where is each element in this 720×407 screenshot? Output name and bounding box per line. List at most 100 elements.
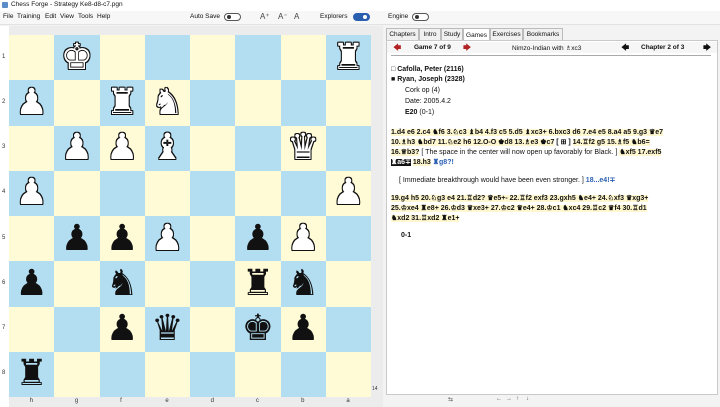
square-f6[interactable]: ♞ [99, 261, 145, 307]
piece-g1[interactable]: ♚ [61, 39, 93, 76]
piece-c5[interactable]: ♟ [242, 220, 274, 257]
square-g6[interactable] [54, 261, 100, 307]
square-g4[interactable] [54, 170, 100, 216]
square-b3[interactable]: ♛ [280, 125, 326, 171]
engine-toggle[interactable] [412, 13, 429, 21]
square-a4[interactable]: ♟ [325, 170, 371, 216]
tab-exercises[interactable]: Exercises [490, 28, 523, 40]
piece-a1[interactable]: ♜ [332, 39, 364, 76]
square-c1[interactable] [235, 35, 281, 81]
square-e4[interactable] [144, 170, 190, 216]
square-e7[interactable]: ♛ [144, 306, 190, 352]
square-b1[interactable] [280, 35, 326, 81]
square-h1[interactable] [9, 35, 55, 81]
piece-f3[interactable]: ♟ [106, 130, 138, 166]
square-c8[interactable] [235, 351, 281, 397]
piece-h4[interactable]: ♟ [15, 175, 47, 211]
tab-study[interactable]: Study [441, 28, 463, 40]
arrow-up-icon[interactable]: ↑ [516, 396, 519, 402]
square-a6[interactable] [325, 261, 371, 307]
piece-f7[interactable]: ♟ [106, 311, 138, 347]
arrow-right-icon[interactable]: → [506, 396, 512, 402]
square-f7[interactable]: ♟ [99, 306, 145, 352]
square-b8[interactable] [280, 351, 326, 397]
piece-b5[interactable]: ♟ [287, 220, 319, 257]
menu-view[interactable]: View [60, 13, 74, 20]
square-e2[interactable]: ♞ [144, 80, 190, 126]
square-h5[interactable] [9, 216, 55, 262]
square-f1[interactable] [99, 35, 145, 81]
tab-intro[interactable]: Intro [419, 28, 441, 40]
square-a7[interactable] [325, 306, 371, 352]
piece-e3[interactable]: ♝ [151, 130, 183, 166]
square-c2[interactable] [235, 80, 281, 126]
square-d4[interactable] [190, 170, 236, 216]
menu-help[interactable]: Help [97, 13, 110, 20]
square-g7[interactable] [54, 306, 100, 352]
square-b2[interactable] [280, 80, 326, 126]
square-e5[interactable]: ♟ [144, 216, 190, 262]
swap-icon[interactable]: ⇆ [448, 396, 453, 403]
next-game-icon[interactable]: 🡆 [463, 42, 471, 56]
piece-f6[interactable]: ♞ [106, 265, 138, 302]
square-e8[interactable] [144, 351, 190, 397]
square-b5[interactable]: ♟ [280, 216, 326, 262]
next-chapter-icon[interactable]: 🡆 [703, 42, 711, 56]
square-g2[interactable] [54, 80, 100, 126]
square-c3[interactable] [235, 125, 281, 171]
square-d2[interactable] [190, 80, 236, 126]
piece-f2[interactable]: ♜ [106, 84, 138, 121]
square-e3[interactable]: ♝ [144, 125, 190, 171]
autosave-toggle[interactable] [224, 13, 241, 21]
square-a8[interactable] [325, 351, 371, 397]
piece-h8[interactable]: ♜ [15, 356, 47, 392]
square-b4[interactable] [280, 170, 326, 216]
square-f2[interactable]: ♜ [99, 80, 145, 126]
square-c7[interactable]: ♚ [235, 306, 281, 352]
square-h2[interactable]: ♟ [9, 80, 55, 126]
piece-e7[interactable]: ♛ [151, 311, 183, 347]
square-a2[interactable] [325, 80, 371, 126]
piece-h6[interactable]: ♟ [15, 265, 47, 302]
square-c5[interactable]: ♟ [235, 216, 281, 262]
square-h4[interactable]: ♟ [9, 170, 55, 216]
square-g8[interactable] [54, 351, 100, 397]
piece-b6[interactable]: ♞ [287, 265, 319, 302]
square-f8[interactable] [99, 351, 145, 397]
square-a1[interactable]: ♜ [325, 35, 371, 81]
square-h7[interactable] [9, 306, 55, 352]
square-g3[interactable]: ♟ [54, 125, 100, 171]
square-h6[interactable]: ♟ [9, 261, 55, 307]
prev-game-icon[interactable]: 🡄 [393, 42, 401, 56]
variation[interactable]: [ Immediate breakthrough would have been… [399, 176, 719, 186]
square-c4[interactable] [235, 170, 281, 216]
square-d3[interactable] [190, 125, 236, 171]
square-f5[interactable]: ♟ [99, 216, 145, 262]
tab-bookmarks[interactable]: Bookmarks [523, 28, 563, 40]
square-h8[interactable]: ♜ [9, 351, 55, 397]
square-c6[interactable]: ♜ [235, 261, 281, 307]
square-a5[interactable] [325, 216, 371, 262]
move-text-main[interactable]: 1.d4 e6 2.c4 ♞f6 3.♘c3 ♝b4 4.f3 c5 5.d5 … [391, 128, 711, 168]
menu-edit[interactable]: Edit [45, 13, 56, 20]
game-text[interactable]: □ Cafolla, Peter (2116) ■ Ryan, Joseph (… [391, 55, 711, 386]
piece-e2[interactable]: ♞ [151, 84, 183, 121]
square-e6[interactable] [144, 261, 190, 307]
piece-e5[interactable]: ♟ [151, 220, 183, 257]
menu-training[interactable]: Training [17, 13, 40, 20]
menu-tools[interactable]: Tools [78, 13, 93, 20]
font-increase-icon[interactable]: A⁺ [260, 12, 270, 21]
piece-b3[interactable]: ♛ [287, 130, 319, 166]
square-f4[interactable] [99, 170, 145, 216]
square-g5[interactable]: ♟ [54, 216, 100, 262]
prev-chapter-icon[interactable]: 🡄 [621, 42, 629, 56]
tab-chapters[interactable]: Chapters [386, 28, 419, 40]
arrow-down-icon[interactable]: ↓ [526, 396, 529, 402]
square-d5[interactable] [190, 216, 236, 262]
square-f3[interactable]: ♟ [99, 125, 145, 171]
explorers-toggle[interactable] [353, 13, 370, 21]
font-decrease-icon[interactable]: A⁻ [278, 12, 288, 21]
square-g1[interactable]: ♚ [54, 35, 100, 81]
square-a3[interactable] [325, 125, 371, 171]
arrow-left-icon[interactable]: ← [496, 396, 502, 402]
